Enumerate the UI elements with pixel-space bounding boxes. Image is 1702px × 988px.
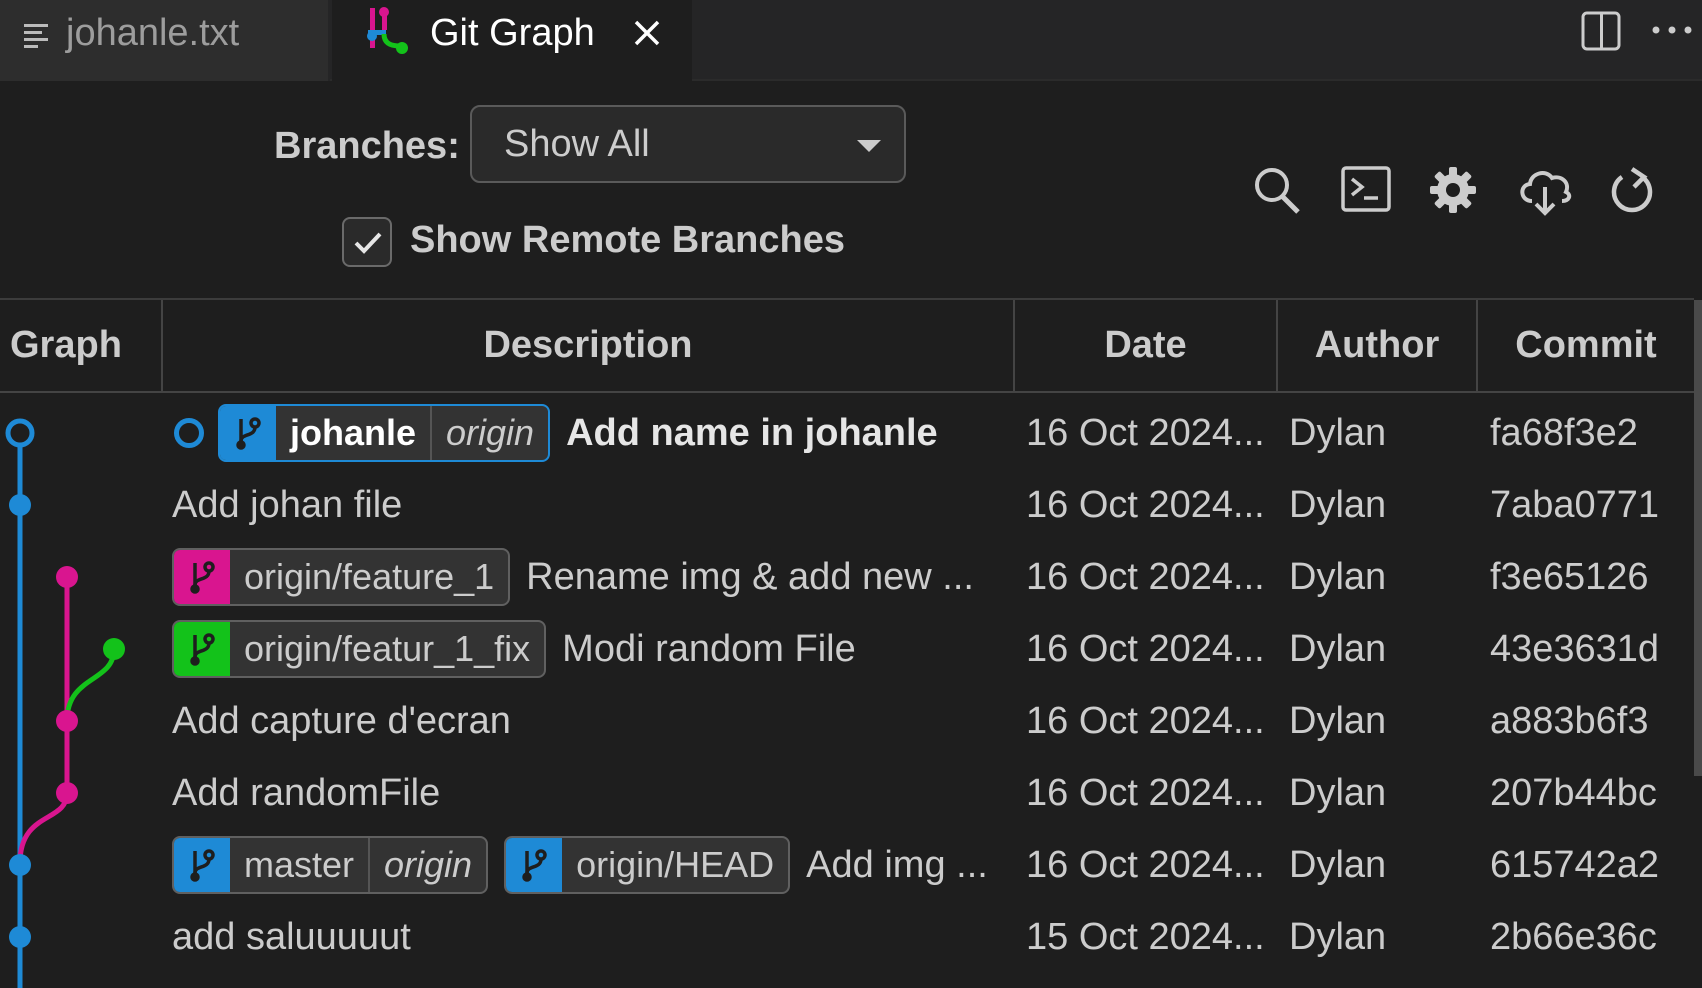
commit-description: Add johan file [172,483,403,526]
commit-description: origin/featur_1_fix Modi random File [172,613,1006,685]
commit-author: Dylan [1289,843,1387,886]
more-actions-icon[interactable] [1650,24,1694,36]
git-graph-icon [367,7,408,54]
vertical-scrollbar[interactable] [1694,300,1702,776]
show-remote-branches-label: Show Remote Branches [410,219,845,261]
commit-date: 16 Oct 2024... [1026,843,1265,886]
commit-author: Dylan [1289,699,1387,742]
gear-icon[interactable] [1428,165,1478,215]
checkmark-icon [354,232,382,254]
tab-johanle-txt[interactable]: johanle.txt [0,0,330,81]
terminal-icon[interactable] [1340,165,1392,213]
commit-description: Add randomFile [172,771,441,814]
commit-author: Dylan [1289,483,1387,526]
commit-author: Dylan [1289,627,1387,670]
commit-hash: 2b66e36c [1490,915,1657,958]
search-icon[interactable] [1252,165,1302,217]
commit-description: johanle origin Add name in johanle [172,397,1006,469]
tab-git-graph[interactable]: Git Graph [332,0,692,83]
tab-label: Git Graph [430,12,595,54]
branch-icon [220,406,276,460]
column-header-graph[interactable]: Graph [0,300,163,391]
commit-row[interactable]: Add randomFile 16 Oct 2024... Dylan 207b… [0,757,1694,829]
commit-author: Dylan [1289,771,1387,814]
branch-ref-origin-feature-1[interactable]: origin/feature_1 [172,548,511,606]
branch-ref-origin-head[interactable]: origin/HEAD [504,836,791,894]
commit-hash: 7aba0771 [1490,483,1660,526]
column-header-date[interactable]: Date [1015,300,1278,391]
lines-icon [24,24,48,48]
commit-row[interactable]: add saluuuuut 15 Oct 2024... Dylan 2b66e… [0,901,1694,973]
commit-description: origin/feature_1 Rename img & add new ..… [172,541,1006,613]
commit-hash: a883b6f3 [1490,699,1649,742]
commit-date: 16 Oct 2024... [1026,699,1265,742]
commit-hash: f3e65126 [1490,555,1649,598]
commit-author: Dylan [1289,915,1387,958]
commit-description: master origin origin/HEAD Add img ... [172,829,1006,901]
table-header: Graph Description Date Author Commit [0,300,1694,393]
column-header-commit[interactable]: Commit [1478,300,1694,391]
head-indicator-icon [174,418,204,448]
show-remote-branches-checkbox[interactable] [342,217,392,267]
git-graph-controls: Branches: Show All Show Remote Branches [0,83,1702,300]
commit-row[interactable]: johanle origin Add name in johanle 16 Oc… [0,397,1694,469]
commit-row[interactable]: Add johan file 16 Oct 2024... Dylan 7aba… [0,469,1694,541]
branches-dropdown[interactable]: Show All [470,105,906,183]
branch-ref-master[interactable]: master origin [172,836,489,894]
column-header-author[interactable]: Author [1278,300,1478,391]
commit-description: Add capture d'ecran [172,699,511,742]
commit-hash: 207b44bc [1490,771,1657,814]
close-icon[interactable] [632,18,662,48]
commit-date: 16 Oct 2024... [1026,483,1265,526]
editor-tab-bar: johanle.txt Git Graph [0,0,1702,83]
commit-row[interactable]: master origin origin/HEAD Add img ... 16… [0,829,1694,901]
branch-icon [174,550,230,604]
commit-hash: fa68f3e2 [1490,411,1638,454]
commit-hash: 615742a2 [1490,843,1660,886]
branch-icon [506,838,563,892]
commit-date: 16 Oct 2024... [1026,627,1265,670]
branch-icon [174,622,230,676]
split-editor-icon[interactable] [1580,10,1622,52]
branch-ref-origin-featur-1-fix[interactable]: origin/featur_1_fix [172,620,547,678]
commit-hash: 43e3631d [1490,627,1660,670]
commit-date: 16 Oct 2024... [1026,555,1265,598]
refresh-icon[interactable] [1608,165,1658,217]
commit-row[interactable]: origin/feature_1 Rename img & add new ..… [0,541,1694,613]
commit-date: 16 Oct 2024... [1026,411,1265,454]
branch-icon [174,838,230,892]
commit-author: Dylan [1289,411,1387,454]
chevron-down-icon [857,140,881,152]
commit-description: add saluuuuut [172,915,411,958]
commit-row[interactable]: origin/featur_1_fix Modi random File 16 … [0,613,1694,685]
commit-row[interactable]: Add capture d'ecran 16 Oct 2024... Dylan… [0,685,1694,757]
branches-dropdown-value: Show All [504,122,650,165]
commit-author: Dylan [1289,555,1387,598]
commit-date: 16 Oct 2024... [1026,771,1265,814]
commit-date: 15 Oct 2024... [1026,915,1265,958]
branches-label: Branches: [274,125,460,167]
cloud-download-icon[interactable] [1516,165,1574,217]
tab-label: johanle.txt [66,12,240,54]
column-header-description[interactable]: Description [163,300,1015,391]
branch-ref-johanle[interactable]: johanle origin [218,404,551,462]
